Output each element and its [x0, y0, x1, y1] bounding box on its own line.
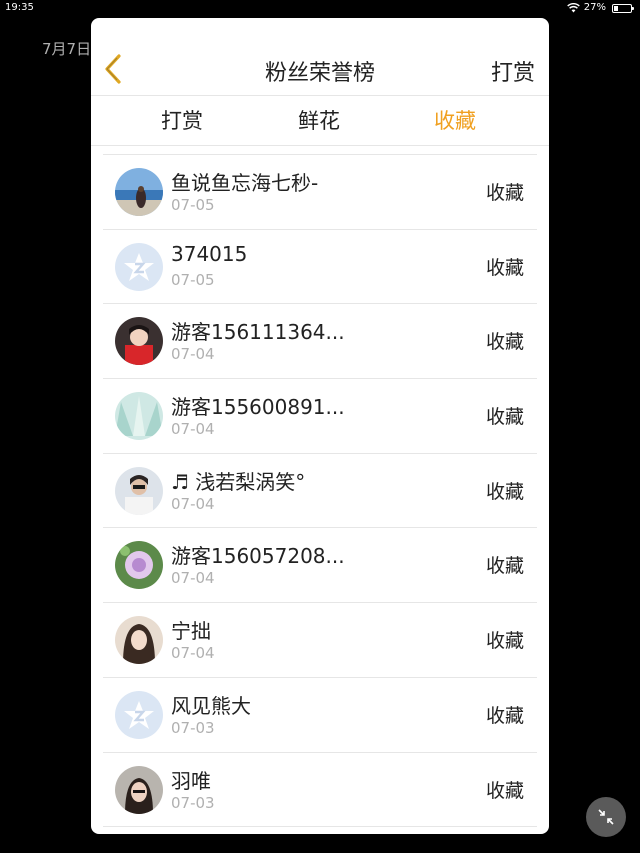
fan-action: 收藏 [485, 182, 524, 204]
fan-action: 收藏 [485, 555, 524, 578]
fan-action: 收藏 [485, 331, 524, 354]
avatar [115, 616, 163, 665]
fan-name: 风见熊大 [171, 693, 251, 718]
list-item[interactable]: 宁拙 07-04 收藏 [103, 603, 537, 678]
tab-favorites[interactable]: 收藏 [415, 105, 495, 135]
fan-date: 07-03 [171, 718, 215, 737]
fan-date: 07-05 [171, 196, 215, 214]
avatar [115, 168, 163, 216]
default-avatar-icon [124, 700, 154, 729]
list-item[interactable]: 羽唯 07-03 收藏 [103, 753, 537, 828]
collapse-icon [598, 809, 614, 825]
wifi-icon [566, 3, 580, 13]
status-right: 27% [566, 0, 634, 16]
fan-name: 宁拙 [171, 619, 211, 644]
fan-name: 游客156111364... [171, 320, 345, 345]
fan-honor-panel: 粉丝荣誉榜 打赏 打赏 鲜花 收藏 鱼说鱼忘海七秒- 07-05 收藏 3740… [91, 18, 549, 834]
list-item[interactable]: ♬ 浅若梨涡笑° 07-04 收藏 [103, 454, 537, 529]
fan-date: 07-04 [171, 420, 215, 439]
list-item[interactable]: 游客155600891... 07-04 收藏 [103, 379, 537, 454]
panel-header: 粉丝荣誉榜 打赏 [91, 18, 549, 96]
fan-date: 07-04 [171, 494, 215, 513]
fan-date: 07-04 [171, 345, 215, 364]
default-avatar-icon [124, 252, 154, 281]
fan-action: 收藏 [485, 480, 524, 503]
avatar [115, 466, 163, 515]
fan-date: 07-04 [171, 569, 215, 588]
fan-action: 收藏 [485, 630, 524, 653]
list-item[interactable]: 游客156111364... 07-04 收藏 [103, 304, 537, 380]
battery-icon [612, 3, 634, 13]
fan-name: 游客156057208... [171, 544, 345, 569]
fan-action: 收藏 [485, 406, 524, 429]
fan-action: 收藏 [485, 256, 524, 279]
status-bar: 19:35 7月7日 周日 27% [0, 0, 640, 57]
list-item[interactable]: 374015 07-05 收藏 [103, 230, 537, 305]
fan-list: 鱼说鱼忘海七秒- 07-05 收藏 374015 07-05 收藏 游客1561… [91, 155, 549, 828]
fan-date: 07-03 [171, 793, 215, 812]
fan-name: 374015 [171, 241, 248, 266]
reward-button[interactable]: 打赏 [491, 55, 535, 87]
divider [103, 146, 537, 155]
avatar [115, 392, 163, 441]
avatar [115, 690, 163, 739]
fan-action: 收藏 [485, 704, 524, 727]
page-title: 粉丝荣誉榜 [264, 61, 375, 86]
fan-action: 收藏 [485, 779, 524, 802]
list-item[interactable]: 鱼说鱼忘海七秒- 07-05 收藏 [103, 155, 537, 230]
tab-bar: 打赏 鲜花 收藏 [91, 96, 549, 146]
avatar [115, 242, 163, 291]
avatar [115, 317, 163, 366]
tab-reward[interactable]: 打赏 [142, 105, 222, 135]
status-time: 19:35 [5, 2, 34, 13]
list-item[interactable]: 风见熊大 07-03 收藏 [103, 678, 537, 753]
fan-name: 游客155600891... [171, 395, 345, 420]
fan-name: 鱼说鱼忘海七秒- [171, 171, 319, 195]
battery-percent: 27% [583, 2, 606, 13]
collapse-button[interactable] [586, 797, 626, 837]
fan-name: 羽唯 [171, 768, 211, 793]
list-item[interactable]: 游客156057208... 07-04 收藏 [103, 528, 537, 604]
avatar [115, 765, 163, 814]
fan-name: ♬ 浅若梨涡笑° [171, 469, 306, 494]
avatar [115, 541, 163, 590]
fan-date: 07-04 [171, 644, 215, 663]
tab-flowers[interactable]: 鲜花 [279, 105, 359, 135]
fan-date: 07-05 [171, 270, 215, 289]
